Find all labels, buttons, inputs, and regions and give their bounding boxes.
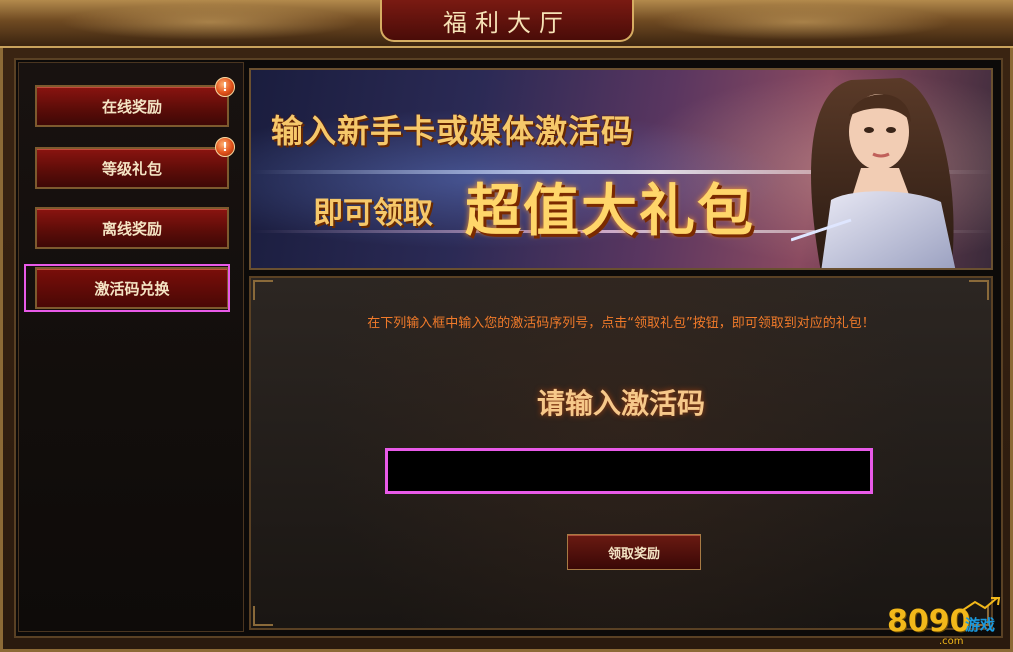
activation-code-input[interactable]	[385, 448, 873, 494]
banner-headline: 输入新手卡或媒体激活码	[271, 112, 635, 150]
site-watermark: 8090 游戏 .com	[885, 596, 1005, 648]
header-ornament-left	[60, 4, 360, 40]
banner-subline-prefix: 即可领取	[313, 196, 433, 231]
claim-reward-button[interactable]: 领取奖励	[567, 534, 701, 570]
sidebar-item-level-gift[interactable]: 等级礼包	[35, 147, 229, 189]
sidebar-item-label: 在线奖励	[101, 97, 162, 116]
corner-ornament	[969, 280, 989, 300]
corner-ornament	[253, 606, 273, 626]
title-bar: 福利大厅	[0, 0, 1013, 48]
watermark-domain: .com	[939, 636, 964, 647]
alert-badge-icon: !	[215, 77, 235, 97]
sidebar-item-offline-reward[interactable]: 离线奖励	[35, 207, 229, 249]
header-ornament-right	[653, 4, 953, 40]
active-item-highlight	[24, 264, 230, 312]
window-title: 福利大厅	[380, 0, 634, 42]
code-prompt-label: 请输入激活码	[536, 387, 705, 420]
sidebar-item-label: 等级礼包	[101, 159, 162, 178]
sidebar: 在线奖励 ! 等级礼包 ! 离线奖励 激活码兑换	[18, 62, 244, 632]
sidebar-item-label: 离线奖励	[101, 219, 162, 238]
alert-badge-icon: !	[215, 137, 235, 157]
sidebar-item-online-reward[interactable]: 在线奖励	[35, 85, 229, 127]
heroine-illustration-icon	[791, 78, 956, 268]
banner-subline-highlight: 超值大礼包	[465, 179, 755, 244]
watermark-text: 游戏	[965, 616, 996, 634]
promo-banner: 输入新手卡或媒体激活码 即可领取 超值大礼包	[249, 68, 993, 270]
instruction-text: 在下列输入框中输入您的激活码序列号，点击“领取礼包”按钮，即可领取到对应的礼包！	[367, 316, 875, 331]
exchange-panel: 在下列输入框中输入您的激活码序列号，点击“领取礼包”按钮，即可领取到对应的礼包！…	[249, 276, 993, 630]
corner-ornament	[253, 280, 273, 300]
watermark-digits: 8090	[887, 604, 971, 639]
